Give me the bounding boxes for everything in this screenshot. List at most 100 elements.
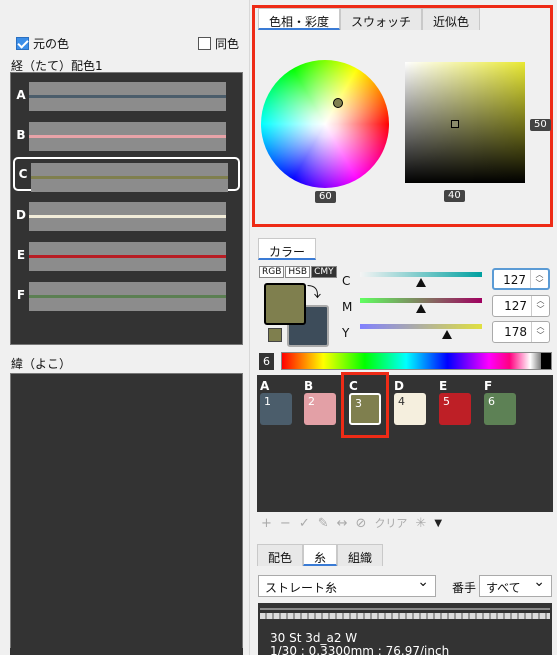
color-mode-buttons: RGB HSB CMY — [259, 266, 337, 278]
warp-row-f[interactable]: F — [13, 278, 240, 312]
color-tabs: カラー — [258, 238, 317, 260]
thread-line — [31, 176, 228, 179]
slider-m-value: 127 — [504, 299, 527, 313]
check-icon[interactable]: ✓ — [299, 516, 310, 531]
wheel-value-tag: 60 — [315, 191, 336, 203]
palette-swatch-e[interactable]: E 5 — [439, 379, 473, 425]
warp-list: A B C D E F — [10, 72, 243, 345]
spin-arrows-icon[interactable]: ︿ ﹀ — [530, 270, 548, 288]
bottom-tabs: 配色 糸 組織 — [257, 544, 384, 566]
hue-wheel[interactable] — [261, 60, 389, 188]
weft-list[interactable] — [10, 373, 243, 649]
thread-preview-strand — [260, 613, 550, 619]
thread-strip — [29, 82, 226, 111]
thread-line — [29, 135, 226, 138]
thread-strip — [29, 282, 226, 311]
palette-color: 2 — [304, 393, 336, 425]
thread-line — [29, 215, 226, 218]
tab-color-scheme[interactable]: 配色 — [257, 544, 304, 566]
spin-arrows-icon[interactable]: ︿ ﹀ — [531, 322, 549, 342]
thread-line — [29, 255, 226, 258]
warp-row-letter: E — [16, 248, 26, 262]
slider-y-thumb[interactable] — [442, 330, 452, 339]
swap-icon[interactable]: ↔ — [337, 516, 348, 531]
thread-line — [29, 295, 226, 298]
palette-swatch-a[interactable]: A 1 — [260, 379, 294, 425]
palette-letter: D — [394, 379, 404, 393]
tab-weave[interactable]: 組織 — [337, 544, 384, 566]
foreground-color-swatch[interactable] — [264, 283, 306, 325]
tab-similar-colors[interactable]: 近似色 — [422, 8, 481, 30]
thread-strip — [29, 202, 226, 231]
thread-preview[interactable]: 30 St 3d_a2 W 1/30 : 0.3300mm : 76.97/in… — [258, 603, 552, 655]
saturation-handle[interactable] — [451, 120, 459, 128]
swap-colors-icon[interactable]: ⤵ — [307, 282, 321, 302]
dropdown-arrow-icon[interactable]: ▼ — [434, 518, 442, 529]
palette-swatch-d[interactable]: D 4 — [394, 379, 428, 425]
color-count-badge: 6 — [259, 353, 274, 370]
warp-row-c[interactable]: C — [13, 157, 240, 192]
slider-c-thumb[interactable] — [416, 278, 426, 287]
color-spectrum-bar[interactable] — [281, 352, 552, 370]
palette-letter: E — [439, 379, 448, 393]
mode-cmy-button[interactable]: CMY — [311, 266, 337, 278]
tab-color[interactable]: カラー — [258, 238, 317, 260]
warp-row-letter: A — [16, 88, 26, 102]
block-icon[interactable]: ⊘ — [356, 516, 367, 531]
spin-arrows-icon[interactable]: ︿ ﹀ — [531, 296, 549, 316]
slider-m-track[interactable] — [360, 298, 482, 303]
warp-row-letter: B — [16, 128, 26, 142]
slider-y-track[interactable] — [360, 324, 482, 329]
slider-m-input[interactable]: 127 ︿ ﹀ — [492, 295, 550, 317]
current-color-mini-swatch[interactable] — [268, 328, 282, 342]
sparkle-icon[interactable]: ✳ — [415, 516, 426, 531]
thread-info: 1/30 : 0.3300mm : 76.97/inch — [270, 644, 450, 655]
remove-icon[interactable]: − — [280, 516, 291, 531]
palette-letter: B — [304, 379, 314, 393]
horizontal-scrollbar[interactable] — [10, 648, 243, 655]
checkbox-checked-icon — [16, 37, 29, 50]
slider-y-input[interactable]: 178 ︿ ﹀ — [492, 321, 550, 343]
thread-preview-line — [260, 608, 550, 610]
slider-c-input[interactable]: 127 ︿ ﹀ — [492, 268, 550, 290]
mode-hsb-button[interactable]: HSB — [285, 266, 311, 278]
color-picker-panel: 色相・彩度 スウォッチ 近似色 60 40 50 — [252, 5, 553, 227]
thread-line — [29, 95, 226, 98]
color-palette: A 1 B 2 C 3 D 4 E 5 F 6 — [257, 375, 553, 512]
weft-title: 緯（よこ） — [11, 357, 72, 371]
clear-button[interactable]: クリア — [374, 515, 407, 531]
slider-c-track[interactable] — [360, 272, 482, 277]
picker-tabs: 色相・彩度 スウォッチ 近似色 — [258, 8, 481, 30]
edit-icon[interactable]: ✎ — [318, 516, 329, 531]
selected-swatch-highlight — [341, 372, 389, 438]
palette-letter: F — [484, 379, 493, 393]
slider-m-label: M — [342, 300, 353, 314]
thread-strip — [31, 163, 228, 192]
saturation-square[interactable] — [405, 62, 525, 183]
thread-strip — [29, 122, 226, 151]
original-color-checkbox[interactable]: 元の色 — [16, 35, 69, 52]
tab-thread[interactable]: 糸 — [303, 544, 338, 566]
tab-swatches[interactable]: スウォッチ — [340, 8, 423, 30]
slider-m-thumb[interactable] — [416, 304, 426, 313]
square-y-value-tag: 50 — [530, 119, 551, 131]
palette-swatch-b[interactable]: B 2 — [304, 379, 338, 425]
add-icon[interactable]: + — [261, 516, 272, 531]
checkbox-unchecked-icon — [198, 37, 211, 50]
same-color-checkbox[interactable]: 同色 — [198, 35, 239, 52]
warp-row-d[interactable]: D — [13, 198, 240, 232]
mode-rgb-button[interactable]: RGB — [259, 266, 285, 278]
warp-row-letter: C — [18, 167, 28, 181]
warp-row-b[interactable]: B — [13, 118, 240, 152]
palette-swatch-f[interactable]: F 6 — [484, 379, 518, 425]
yarn-count-select[interactable]: すべて — [479, 574, 552, 597]
palette-color: 1 — [260, 393, 292, 425]
warp-row-e[interactable]: E — [13, 238, 240, 272]
warp-row-a[interactable]: A — [13, 78, 240, 112]
thread-type-select[interactable]: ストレート糸 — [258, 574, 436, 597]
original-color-label: 元の色 — [33, 37, 70, 51]
tab-hue-saturation[interactable]: 色相・彩度 — [258, 8, 341, 30]
yarn-count-label: 番手 — [452, 581, 477, 595]
hue-wheel-handle[interactable] — [333, 98, 343, 108]
thread-strip — [29, 242, 226, 271]
